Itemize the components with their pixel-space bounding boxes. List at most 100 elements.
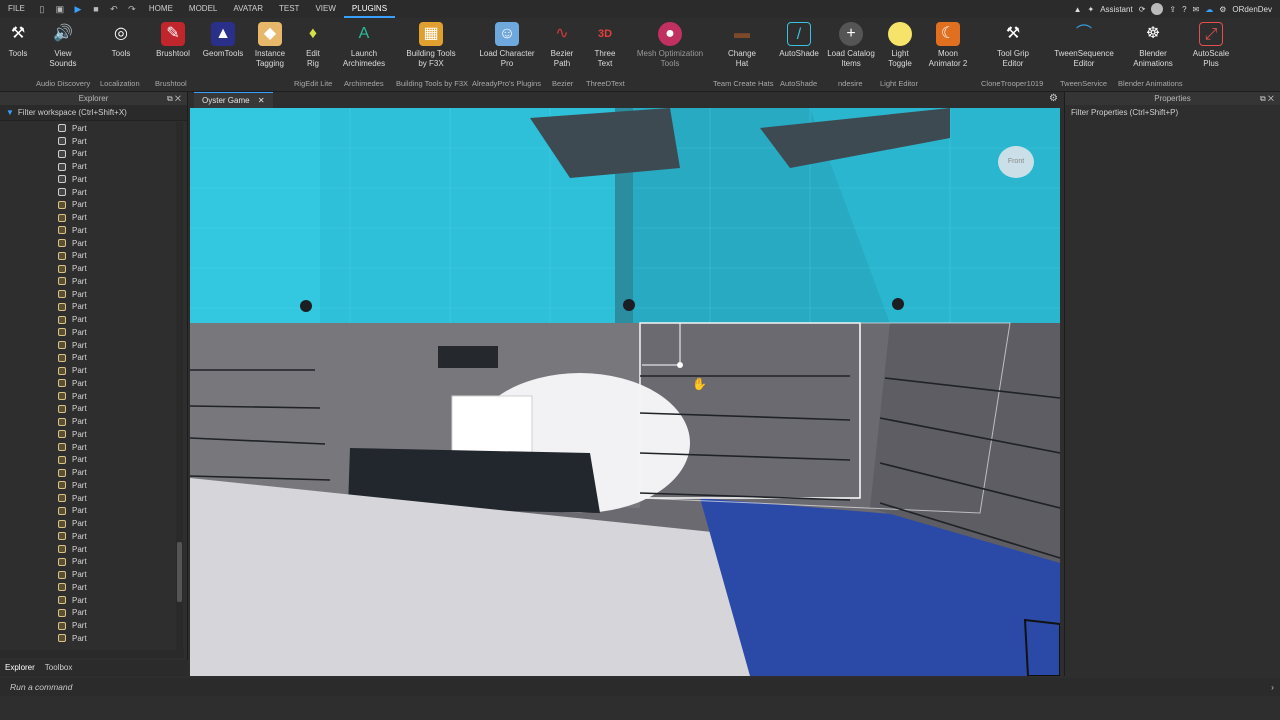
geomtools-button[interactable]: ▲ GeomTools bbox=[202, 22, 244, 59]
tree-item-part[interactable]: Part bbox=[0, 441, 184, 454]
load-character-pro-button[interactable]: ☺ Load Character Pro bbox=[478, 22, 536, 69]
share-icon[interactable]: ⇪ bbox=[1169, 5, 1176, 14]
load-catalog-items-button[interactable]: + Load Catalog Items bbox=[826, 22, 876, 69]
properties-filter-input[interactable]: Filter Properties (Ctrl+Shift+P) bbox=[1065, 105, 1280, 121]
tree-item-part[interactable]: Part bbox=[0, 288, 184, 301]
tree-item-part[interactable]: Part bbox=[0, 594, 184, 607]
assistant-icon[interactable]: ✦ bbox=[1088, 5, 1095, 14]
tree-item-part[interactable]: Part bbox=[0, 377, 184, 390]
localization-tools-button[interactable]: ◎ Tools bbox=[104, 22, 138, 59]
undock-icon[interactable]: ⧉ bbox=[167, 94, 173, 103]
close-icon[interactable]: ✕ bbox=[175, 94, 181, 103]
tree-item-part[interactable]: Part bbox=[0, 466, 184, 479]
menu-model[interactable]: MODEL bbox=[181, 0, 225, 18]
chevron-up-icon[interactable]: ▲ bbox=[1074, 5, 1082, 14]
user-name[interactable]: ORdenDev bbox=[1232, 5, 1272, 14]
tree-item-part[interactable]: Part bbox=[0, 543, 184, 556]
tree-item-part[interactable]: Part bbox=[0, 326, 184, 339]
sync-icon[interactable]: ⟳ bbox=[1139, 5, 1146, 14]
tab-oyster-game[interactable]: Oyster Game ✕ bbox=[194, 92, 273, 108]
mesh-optimization-button[interactable]: ● Mesh Optimization Tools bbox=[636, 22, 704, 69]
tree-item-part[interactable]: Part bbox=[0, 313, 184, 326]
save-icon[interactable]: ▣ bbox=[54, 4, 66, 14]
tree-item-part[interactable]: Part bbox=[0, 352, 184, 365]
tree-item-part[interactable]: Part bbox=[0, 262, 184, 275]
bezier-path-button[interactable]: ∿ Bezier Path bbox=[546, 22, 578, 69]
tool-grip-editor-button[interactable]: ⚒ Tool Grip Editor bbox=[994, 22, 1032, 69]
close-tab-icon[interactable]: ✕ bbox=[258, 96, 265, 105]
tree-item-part[interactable]: Part bbox=[0, 581, 184, 594]
tree-item-part[interactable]: Part bbox=[0, 148, 184, 161]
tree-item-part[interactable]: Part bbox=[0, 301, 184, 314]
chevron-icon[interactable]: › bbox=[1271, 678, 1274, 696]
edit-rig-button[interactable]: ♦ Edit Rig bbox=[300, 22, 326, 69]
tree-item-part[interactable]: Part bbox=[0, 428, 184, 441]
tree-item-part[interactable]: Part bbox=[0, 556, 184, 569]
3d-viewport[interactable]: ✋ Front bbox=[190, 108, 1060, 676]
instance-tagging-button[interactable]: ◆ Instance Tagging bbox=[250, 22, 290, 69]
launch-archimedes-button[interactable]: A Launch Archimedes bbox=[340, 22, 388, 69]
tree-item-part[interactable]: Part bbox=[0, 339, 184, 352]
tree-item-part[interactable]: Part bbox=[0, 530, 184, 543]
tree-item-part[interactable]: Part bbox=[0, 479, 184, 492]
viewport-settings-icon[interactable]: ⚙ bbox=[1049, 93, 1058, 104]
assistant-button[interactable]: Assistant bbox=[1100, 5, 1132, 14]
blender-animations-button[interactable]: ☸ Blender Animations bbox=[1128, 22, 1178, 69]
tree-item-part[interactable]: Part bbox=[0, 224, 184, 237]
three-text-button[interactable]: 3D Three Text bbox=[590, 22, 620, 69]
menu-test[interactable]: TEST bbox=[271, 0, 307, 18]
tree-item-part[interactable]: Part bbox=[0, 403, 184, 416]
view-cube[interactable]: Front bbox=[998, 146, 1034, 178]
tree-item-part[interactable]: Part bbox=[0, 505, 184, 518]
menu-plugins[interactable]: PLUGINS bbox=[343, 0, 396, 18]
tree-item-part[interactable]: Part bbox=[0, 173, 184, 186]
moon-animator-button[interactable]: ☾ Moon Animator 2 bbox=[926, 22, 970, 69]
f3x-button[interactable]: ▦ Building Tools by F3X bbox=[404, 22, 458, 69]
tree-item-part[interactable]: Part bbox=[0, 568, 184, 581]
chat-icon[interactable]: ✉ bbox=[1193, 5, 1200, 14]
tree-item-part[interactable]: Part bbox=[0, 632, 184, 645]
settings-icon[interactable]: ⚙ bbox=[1219, 5, 1226, 14]
tree-item-part[interactable]: Part bbox=[0, 122, 184, 135]
tree-item-part[interactable]: Part bbox=[0, 492, 184, 505]
tab-toolbox[interactable]: Toolbox bbox=[40, 660, 78, 676]
help-icon[interactable]: ? bbox=[1182, 5, 1186, 14]
tree-item-part[interactable]: Part bbox=[0, 415, 184, 428]
menu-avatar[interactable]: AVATAR bbox=[225, 0, 271, 18]
tree-item-part[interactable]: Part bbox=[0, 390, 184, 403]
tree-item-part[interactable]: Part bbox=[0, 364, 184, 377]
command-bar[interactable]: Run a command › bbox=[0, 678, 1280, 696]
brushtool-button[interactable]: ✎ Brushtool bbox=[152, 22, 194, 59]
tree-item-part[interactable]: Part bbox=[0, 199, 184, 212]
tree-item-part[interactable]: Part bbox=[0, 211, 184, 224]
tree-item-part[interactable]: Part bbox=[0, 517, 184, 530]
explorer-hscrollbar[interactable] bbox=[0, 650, 184, 658]
tree-item-part[interactable]: Part bbox=[0, 607, 184, 620]
explorer-scrollbar[interactable] bbox=[176, 122, 183, 652]
autoshade-button[interactable]: / AutoShade bbox=[778, 22, 820, 59]
stop-icon[interactable]: ■ bbox=[90, 4, 102, 14]
tree-item-part[interactable]: Part bbox=[0, 160, 184, 173]
tree-item-part[interactable]: Part bbox=[0, 275, 184, 288]
view-sounds-button[interactable]: 🔊 View Sounds bbox=[44, 22, 82, 69]
new-file-icon[interactable]: ▯ bbox=[36, 4, 48, 14]
menu-home[interactable]: HOME bbox=[141, 0, 181, 18]
undock-icon[interactable]: ⧉ bbox=[1260, 94, 1266, 103]
tree-item-part[interactable]: Part bbox=[0, 237, 184, 250]
tab-explorer[interactable]: Explorer bbox=[0, 660, 40, 676]
light-toggle-button[interactable]: ● Light Toggle bbox=[884, 22, 916, 69]
tree-item-part[interactable]: Part bbox=[0, 454, 184, 467]
cloud-icon[interactable]: ☁ bbox=[1205, 5, 1213, 14]
tree-item-part[interactable]: Part bbox=[0, 135, 184, 148]
scrollbar-thumb[interactable] bbox=[177, 542, 182, 602]
explorer-filter-input[interactable]: ▼ Filter workspace (Ctrl+Shift+X) bbox=[0, 105, 187, 121]
tools-button[interactable]: ⚒ Tools bbox=[4, 22, 32, 59]
close-icon[interactable]: ✕ bbox=[1268, 94, 1274, 103]
tree-item-part[interactable]: Part bbox=[0, 186, 184, 199]
play-icon[interactable]: ▶ bbox=[72, 4, 84, 14]
redo-icon[interactable]: ↷ bbox=[126, 4, 138, 14]
menu-view[interactable]: VIEW bbox=[307, 0, 343, 18]
tree-item-part[interactable]: Part bbox=[0, 619, 184, 632]
avatar[interactable] bbox=[1151, 3, 1164, 15]
change-hat-button[interactable]: ▬ Change Hat bbox=[722, 22, 762, 69]
